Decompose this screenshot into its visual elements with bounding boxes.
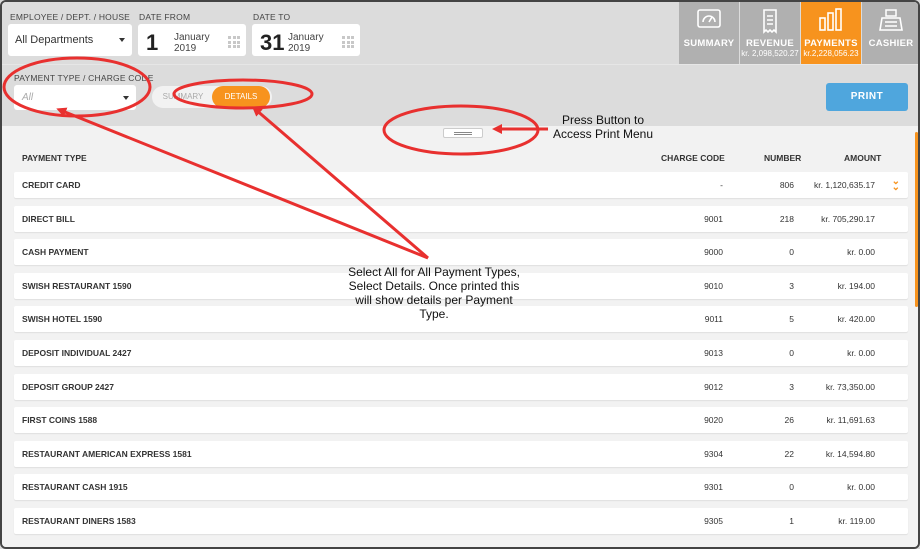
charge-code-cell: - <box>720 180 723 190</box>
bar-chart-icon <box>819 8 842 31</box>
receipt-icon <box>763 9 777 34</box>
tab-revenue-total: kr. 2,098,520.27 <box>741 49 799 58</box>
gauge-icon <box>697 9 721 28</box>
charge-code-cell: 9305 <box>704 516 723 526</box>
payment-type-cell: SWISH HOTEL 1590 <box>22 314 103 325</box>
employee-label: EMPLOYEE / DEPT. / HOUSE <box>10 12 131 22</box>
charge-code-cell: 9010 <box>704 280 723 291</box>
tab-summary-label: SUMMARY <box>683 38 735 49</box>
calendar-icon <box>228 36 240 48</box>
top-filter-bar: EMPLOYEE / DEPT. / HOUSE All Departments… <box>2 2 918 70</box>
amount-cell: kr. 0.00 <box>847 482 875 493</box>
department-select[interactable]: All Departments <box>8 24 132 56</box>
amount-cell: kr. 420.00 <box>837 314 875 325</box>
number-cell: 1 <box>789 516 794 526</box>
payment-type-cell: RESTAURANT AMERICAN EXPRESS 1581 <box>22 448 192 459</box>
date-to-day: 31 <box>260 30 285 55</box>
amount-cell: kr. 194.00 <box>837 280 875 291</box>
number-cell: 5 <box>789 314 794 325</box>
payment-type-cell: CASH PAYMENT <box>22 247 89 258</box>
print-menu-handle[interactable] <box>443 128 483 138</box>
date-from-day: 1 <box>146 30 159 55</box>
tab-summary[interactable]: SUMMARY <box>679 2 739 64</box>
number-cell: 218 <box>779 213 794 224</box>
date-to-label: DATE TO <box>253 12 291 22</box>
calendar-icon <box>342 36 354 48</box>
charge-code-cell: 9301 <box>704 482 723 493</box>
summary-details-toggle[interactable]: SUMMARY DETAILS <box>152 86 272 108</box>
expand-chevron-icon[interactable]: ⌄ ⌄ <box>892 177 900 193</box>
charge-code-cell: 9000 <box>704 247 723 258</box>
payment-type-placeholder: All <box>22 92 34 103</box>
table-row[interactable]: FIRST COINS 1588 9020 26 kr. 11,691.63 <box>14 407 908 434</box>
print-annotation-text: Press Button to Access Print Menu <box>552 113 654 141</box>
charge-code-cell: 9304 <box>704 448 723 459</box>
payment-type-cell: RESTAURANT DINERS 1583 <box>22 516 136 526</box>
tab-payments[interactable]: PAYMENTS kr.2,228,056.23 <box>801 2 861 70</box>
header-amount: AMOUNT <box>844 153 882 163</box>
amount-cell: kr. 1,120,635.17 <box>814 180 875 190</box>
payment-type-label: PAYMENT TYPE / CHARGE CODE <box>14 73 154 83</box>
tab-payments-label: PAYMENTS <box>804 38 858 49</box>
amount-cell: kr. 705,290.17 <box>821 213 875 224</box>
table-row[interactable]: CASH PAYMENT 9000 0 kr. 0.00 <box>14 239 908 266</box>
charge-code-cell: 9012 <box>704 381 723 392</box>
payment-type-cell: FIRST COINS 1588 <box>22 415 98 426</box>
cash-register-icon <box>879 9 903 31</box>
chevron-down-icon <box>119 38 125 42</box>
charge-code-cell: 9013 <box>704 348 723 358</box>
amount-cell: kr. 14,594.80 <box>825 448 875 459</box>
scrollbar[interactable] <box>915 132 918 307</box>
table-row[interactable]: RESTAURANT CASH 1915 9301 0 kr. 0.00 <box>14 474 908 501</box>
payment-type-select[interactable]: All <box>14 85 136 110</box>
amount-cell: kr. 119.00 <box>838 516 875 526</box>
details-annotation-text: Select All for All Payment Types, Select… <box>348 265 520 321</box>
table-row[interactable]: DEPOSIT GROUP 2427 9012 3 kr. 73,350.00 <box>14 373 908 400</box>
charge-code-cell: 9011 <box>704 314 723 325</box>
payment-type-cell: RESTAURANT CASH 1915 <box>22 482 128 493</box>
tab-cashier-label: CASHIER <box>868 38 914 49</box>
table-row[interactable]: DIRECT BILL 9001 218 kr. 705,290.17 <box>14 205 908 232</box>
amount-cell: kr. 0.00 <box>847 247 875 258</box>
header-number: NUMBER <box>764 153 802 163</box>
payment-type-cell: DIRECT BILL <box>22 213 75 224</box>
header-payment-type: PAYMENT TYPE <box>22 153 87 163</box>
date-from-month-year: January 2019 <box>174 32 210 54</box>
charge-code-cell: 9001 <box>704 213 723 224</box>
header-charge-code: CHARGE CODE <box>661 153 725 163</box>
number-cell: 0 <box>789 482 794 493</box>
toggle-details[interactable]: DETAILS <box>212 86 270 108</box>
table-row[interactable]: DEPOSIT INDIVIDUAL 2427 9013 0 kr. 0.00 <box>14 340 908 366</box>
chevron-down-icon <box>123 95 129 100</box>
number-cell: 0 <box>789 247 794 258</box>
amount-cell: kr. 11,691.63 <box>826 415 875 426</box>
number-cell: 3 <box>789 381 794 392</box>
date-to-month-year: January 2019 <box>288 32 324 54</box>
payment-type-cell: DEPOSIT GROUP 2427 <box>22 381 114 392</box>
amount-cell: kr. 73,350.00 <box>825 381 875 392</box>
payment-type-cell: SWISH RESTAURANT 1590 <box>22 280 132 291</box>
table-row[interactable]: CREDIT CARD - 806 kr. 1,120,635.17 ⌄ ⌄ <box>14 172 908 198</box>
toggle-summary[interactable]: SUMMARY <box>154 86 212 108</box>
number-cell: 3 <box>789 280 794 291</box>
tab-payments-total: kr.2,228,056.23 <box>803 49 859 58</box>
date-to-picker[interactable]: 31 January 2019 <box>252 24 360 56</box>
tab-revenue[interactable]: REVENUE kr. 2,098,520.27 <box>740 2 800 64</box>
table-row[interactable]: RESTAURANT AMERICAN EXPRESS 1581 9304 22 kr… <box>14 440 908 467</box>
tab-cashier[interactable]: CASHIER <box>862 2 918 64</box>
charge-code-cell: 9020 <box>704 415 723 426</box>
number-cell: 26 <box>784 415 794 426</box>
table-row[interactable]: RESTAURANT DINERS 1583 9305 1 kr. 119.00 <box>14 508 908 534</box>
payment-type-cell: DEPOSIT INDIVIDUAL 2427 <box>22 348 132 358</box>
date-from-picker[interactable]: 1 January 2019 <box>138 24 246 56</box>
tab-revenue-label: REVENUE <box>745 38 795 49</box>
number-cell: 22 <box>784 448 794 459</box>
amount-cell: kr. 0.00 <box>847 348 875 358</box>
date-from-label: DATE FROM <box>139 12 191 22</box>
payment-type-cell: CREDIT CARD <box>22 180 81 190</box>
print-button[interactable]: PRINT <box>826 83 908 111</box>
department-select-value: All Departments <box>15 34 94 46</box>
number-cell: 0 <box>789 348 794 358</box>
number-cell: 806 <box>779 180 794 190</box>
